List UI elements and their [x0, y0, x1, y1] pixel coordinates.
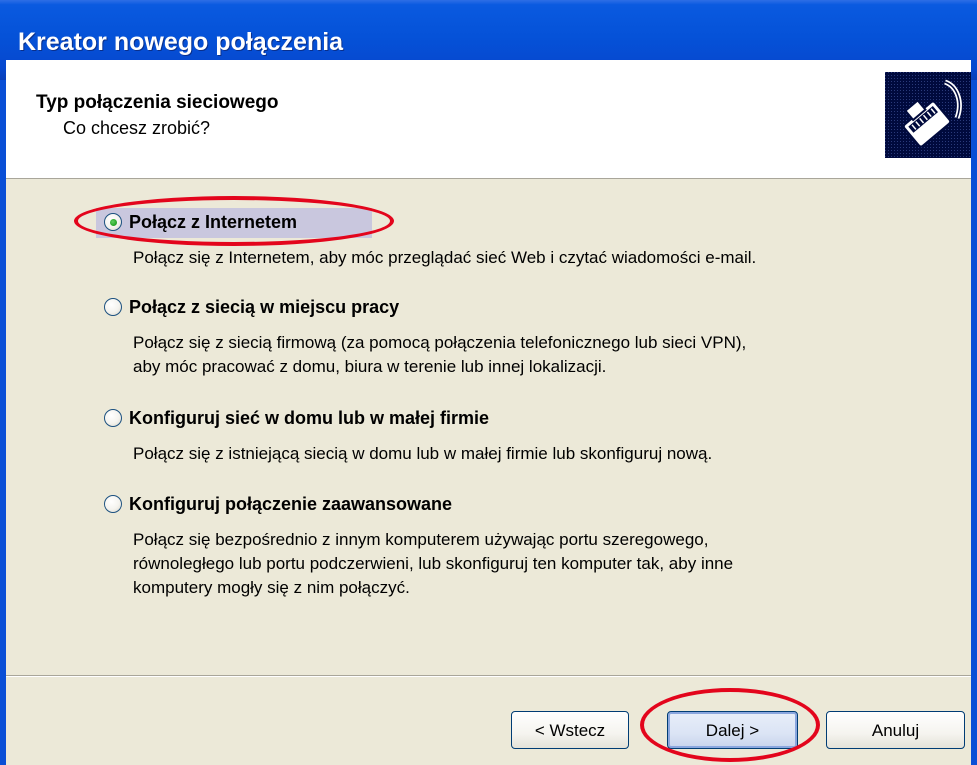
option-description: Połącz się bezpośrednio z innym komputer…	[133, 530, 709, 549]
radio-connect-internet[interactable]	[104, 213, 122, 231]
option-description: Połącz się z istniejącą siecią w domu lu…	[133, 444, 713, 463]
radio-advanced-connection[interactable]	[104, 495, 122, 513]
page-subtitle: Co chcesz zrobić?	[63, 118, 211, 138]
radio-home-network[interactable]	[104, 409, 122, 427]
network-cable-icon	[885, 72, 971, 158]
option-description: Połącz się z siecią firmową (za pomocą p…	[133, 333, 747, 352]
page-title: Typ połączenia sieciowego	[36, 92, 279, 113]
radio-connect-workplace[interactable]	[104, 298, 122, 316]
option-description: komputery mogły się z nim połączyć.	[133, 578, 410, 597]
button-separator-highlight	[6, 676, 971, 677]
option-description: Połącz się z Internetem, aby móc przeglą…	[133, 248, 757, 267]
wizard-window: Kreator nowego połączenia Typ połączenia…	[0, 0, 977, 765]
next-button[interactable]: Dalej >	[667, 711, 798, 749]
option-description: równoległego lub portu podczerwieni, lub…	[133, 554, 734, 573]
option-label[interactable]: Połącz z siecią w miejscu pracy	[129, 297, 399, 318]
option-label[interactable]: Połącz z Internetem	[129, 212, 297, 233]
option-description: aby móc pracować z domu, biura w terenie…	[133, 357, 607, 376]
window-border-left	[0, 80, 6, 765]
window-border-right	[971, 80, 977, 765]
wizard-header: Typ połączenia sieciowego Co chcesz zrob…	[6, 60, 971, 179]
option-label[interactable]: Konfiguruj połączenie zaawansowane	[129, 494, 452, 515]
option-label[interactable]: Konfiguruj sieć w domu lub w małej firmi…	[129, 408, 489, 429]
cancel-button[interactable]: Anuluj	[826, 711, 965, 749]
radio-selected-dot	[110, 219, 117, 226]
window-title: Kreator nowego połączenia	[18, 28, 344, 56]
back-button[interactable]: < Wstecz	[511, 711, 629, 749]
